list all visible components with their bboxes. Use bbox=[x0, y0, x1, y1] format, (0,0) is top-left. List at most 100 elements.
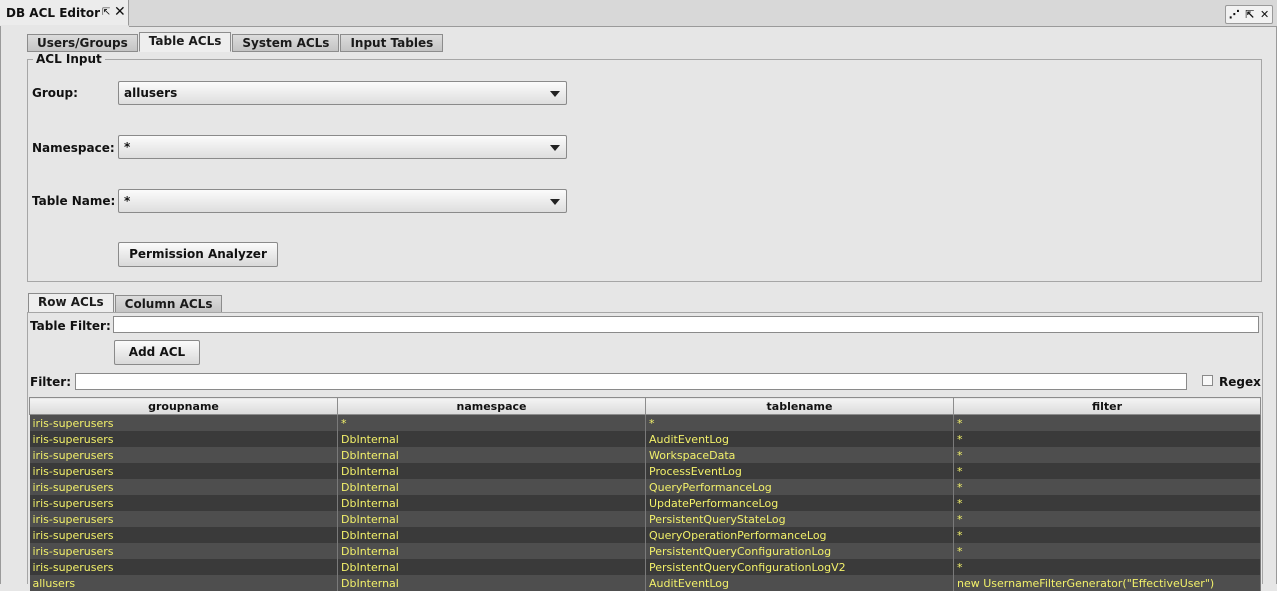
namespace-label: Namespace: bbox=[32, 141, 115, 155]
filter-label: Filter: bbox=[30, 375, 71, 389]
window-title: DB ACL Editor bbox=[6, 6, 100, 20]
filter-cell[interactable]: * bbox=[954, 463, 1261, 479]
groupname-cell[interactable]: iris-superusers bbox=[30, 559, 338, 575]
group-label: Group: bbox=[32, 86, 78, 100]
groupname-cell[interactable]: iris-superusers bbox=[30, 431, 338, 447]
table-header-row: groupname namespace tablename filter bbox=[30, 398, 1261, 415]
namespace-cell[interactable]: DbInternal bbox=[338, 431, 646, 447]
window-tab[interactable]: DB ACL Editor ⇱ ✕ bbox=[0, 0, 129, 26]
filter-cell[interactable]: * bbox=[954, 447, 1261, 463]
chevron-down-icon bbox=[550, 199, 560, 205]
close-icon[interactable]: ✕ bbox=[114, 4, 126, 20]
groupname-cell[interactable]: allusers bbox=[30, 575, 338, 591]
table-body: iris-superusers***iris-superusersDbInter… bbox=[30, 415, 1261, 591]
table-name-select[interactable]: * bbox=[118, 189, 567, 213]
row-acls-table: groupname namespace tablename filter iri… bbox=[29, 397, 1261, 591]
table-row[interactable]: iris-superusersDbInternalQueryPerformanc… bbox=[30, 479, 1261, 495]
share-icon[interactable]: ⋰ bbox=[1229, 8, 1240, 21]
table-name-label: Table Name: bbox=[32, 194, 115, 208]
tablename-cell[interactable]: PersistentQueryConfigurationLogV2 bbox=[646, 559, 954, 575]
tab-column-acls[interactable]: Column ACLs bbox=[115, 295, 223, 313]
tablename-cell[interactable]: QueryPerformanceLog bbox=[646, 479, 954, 495]
filter-cell[interactable]: * bbox=[954, 479, 1261, 495]
groupname-cell[interactable]: iris-superusers bbox=[30, 415, 338, 432]
tab-users-groups[interactable]: Users/Groups bbox=[27, 34, 138, 52]
tablename-cell[interactable]: QueryOperationPerformanceLog bbox=[646, 527, 954, 543]
filter-cell[interactable]: * bbox=[954, 495, 1261, 511]
tablename-cell[interactable]: WorkspaceData bbox=[646, 447, 954, 463]
filter-cell[interactable]: * bbox=[954, 543, 1261, 559]
namespace-cell[interactable]: DbInternal bbox=[338, 479, 646, 495]
column-header-groupname[interactable]: groupname bbox=[30, 398, 338, 415]
tab-system-acls[interactable]: System ACLs bbox=[232, 34, 339, 52]
table-row[interactable]: iris-superusersDbInternalProcessEventLog… bbox=[30, 463, 1261, 479]
namespace-cell[interactable]: DbInternal bbox=[338, 543, 646, 559]
close-icon[interactable]: ✕ bbox=[1260, 8, 1269, 21]
tab-row-acls[interactable]: Row ACLs bbox=[28, 293, 114, 313]
table-name-value: * bbox=[124, 194, 130, 208]
window-toolbar: ⋰ ⇱ ✕ bbox=[129, 0, 1277, 27]
groupname-cell[interactable]: iris-superusers bbox=[30, 463, 338, 479]
tablename-cell[interactable]: PersistentQueryConfigurationLog bbox=[646, 543, 954, 559]
table-row[interactable]: iris-superusersDbInternalUpdatePerforman… bbox=[30, 495, 1261, 511]
acl-input-legend: ACL Input bbox=[33, 52, 105, 66]
namespace-select[interactable]: * bbox=[118, 135, 567, 159]
tablename-cell[interactable]: AuditEventLog bbox=[646, 431, 954, 447]
table-row[interactable]: iris-superusersDbInternalWorkspaceData* bbox=[30, 447, 1261, 463]
groupname-cell[interactable]: iris-superusers bbox=[30, 527, 338, 543]
namespace-cell[interactable]: DbInternal bbox=[338, 527, 646, 543]
filter-cell[interactable]: * bbox=[954, 559, 1261, 575]
chevron-down-icon bbox=[550, 91, 560, 97]
groupname-cell[interactable]: iris-superusers bbox=[30, 511, 338, 527]
column-header-filter[interactable]: filter bbox=[954, 398, 1261, 415]
filter-input[interactable] bbox=[75, 373, 1187, 390]
filter-cell[interactable]: new UsernameFilterGenerator("EffectiveUs… bbox=[954, 575, 1261, 591]
permission-analyzer-button[interactable]: Permission Analyzer bbox=[118, 242, 278, 267]
table-row[interactable]: iris-superusersDbInternalQueryOperationP… bbox=[30, 527, 1261, 543]
namespace-cell[interactable]: DbInternal bbox=[338, 447, 646, 463]
undock-icon[interactable]: ⇱ bbox=[1245, 8, 1254, 21]
namespace-cell[interactable]: DbInternal bbox=[338, 495, 646, 511]
filter-cell[interactable]: * bbox=[954, 511, 1261, 527]
tablename-cell[interactable]: AuditEventLog bbox=[646, 575, 954, 591]
tablename-cell[interactable]: UpdatePerformanceLog bbox=[646, 495, 954, 511]
add-acl-button[interactable]: Add ACL bbox=[114, 340, 200, 365]
namespace-value: * bbox=[124, 140, 130, 154]
tablename-cell[interactable]: PersistentQueryStateLog bbox=[646, 511, 954, 527]
group-select[interactable]: allusers bbox=[118, 81, 567, 105]
tablename-cell[interactable]: * bbox=[646, 415, 954, 432]
table-row[interactable]: iris-superusersDbInternalPersistentQuery… bbox=[30, 511, 1261, 527]
tab-input-tables[interactable]: Input Tables bbox=[340, 34, 443, 52]
namespace-cell[interactable]: DbInternal bbox=[338, 575, 646, 591]
filter-cell[interactable]: * bbox=[954, 431, 1261, 447]
group-value: allusers bbox=[124, 86, 177, 100]
window-controls: ⋰ ⇱ ✕ bbox=[1225, 5, 1273, 24]
chevron-down-icon bbox=[550, 145, 560, 151]
groupname-cell[interactable]: iris-superusers bbox=[30, 543, 338, 559]
table-filter-input[interactable] bbox=[113, 316, 1259, 333]
table-filter-label: Table Filter: bbox=[30, 319, 111, 333]
table-row[interactable]: iris-superusersDbInternalPersistentQuery… bbox=[30, 543, 1261, 559]
regex-label: Regex bbox=[1219, 375, 1261, 389]
undock-icon[interactable]: ⇱ bbox=[102, 7, 110, 18]
column-header-namespace[interactable]: namespace bbox=[338, 398, 646, 415]
table-row[interactable]: iris-superusersDbInternalPersistentQuery… bbox=[30, 559, 1261, 575]
tab-table-acls[interactable]: Table ACLs bbox=[139, 32, 232, 52]
namespace-cell[interactable]: DbInternal bbox=[338, 463, 646, 479]
main-tab-bar: Users/Groups Table ACLs System ACLs Inpu… bbox=[27, 34, 444, 52]
namespace-cell[interactable]: DbInternal bbox=[338, 559, 646, 575]
groupname-cell[interactable]: iris-superusers bbox=[30, 479, 338, 495]
tablename-cell[interactable]: ProcessEventLog bbox=[646, 463, 954, 479]
table-row[interactable]: allusersDbInternalAuditEventLognew Usern… bbox=[30, 575, 1261, 591]
table-row[interactable]: iris-superusersDbInternalAuditEventLog* bbox=[30, 431, 1261, 447]
groupname-cell[interactable]: iris-superusers bbox=[30, 447, 338, 463]
regex-checkbox[interactable] bbox=[1202, 375, 1213, 386]
sub-tab-bar: Row ACLs Column ACLs bbox=[28, 295, 223, 313]
filter-cell[interactable]: * bbox=[954, 527, 1261, 543]
groupname-cell[interactable]: iris-superusers bbox=[30, 495, 338, 511]
namespace-cell[interactable]: DbInternal bbox=[338, 511, 646, 527]
table-row[interactable]: iris-superusers*** bbox=[30, 415, 1261, 432]
filter-cell[interactable]: * bbox=[954, 415, 1261, 432]
column-header-tablename[interactable]: tablename bbox=[646, 398, 954, 415]
namespace-cell[interactable]: * bbox=[338, 415, 646, 432]
